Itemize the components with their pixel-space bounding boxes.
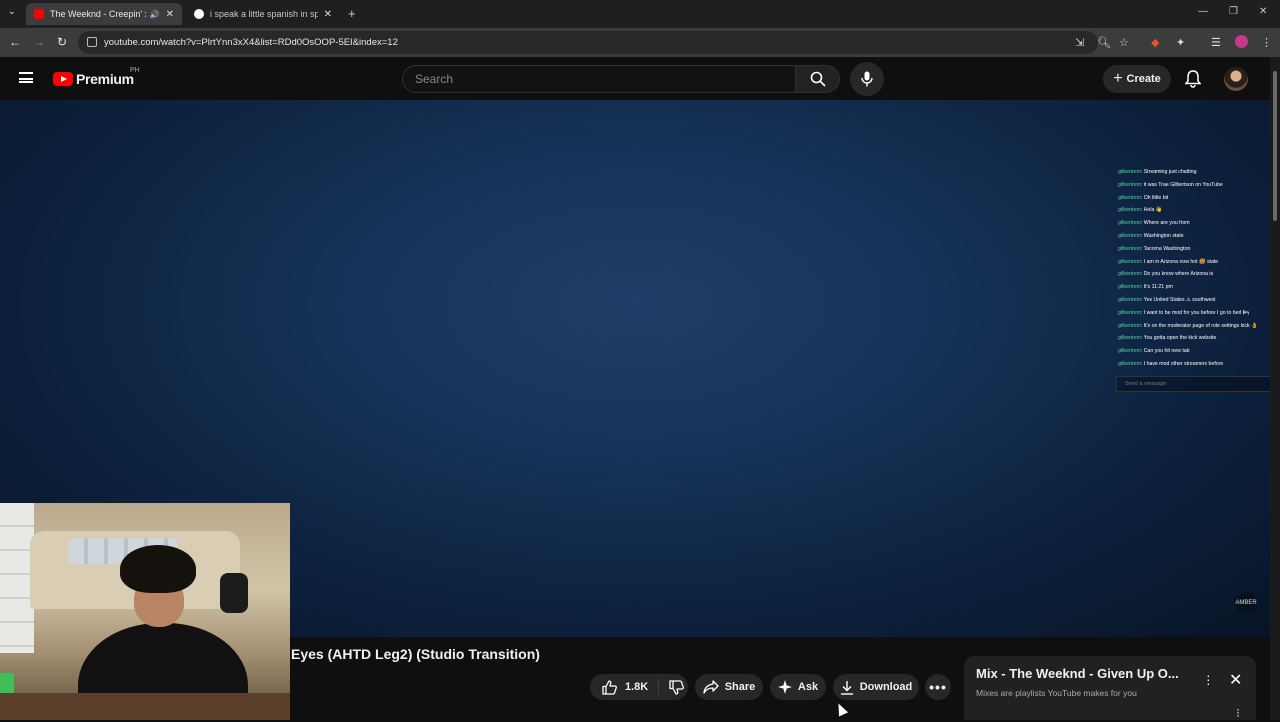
more-vertical-icon[interactable]: · · ·	[1206, 668, 1211, 690]
chat-message: gilbertoon: it was Trae Gilbertson on Yo…	[1118, 181, 1223, 188]
voice-search-button[interactable]	[850, 62, 884, 96]
chat-message: gilbertoon: Where are you from	[1118, 220, 1190, 227]
download-label: Download	[859, 681, 913, 693]
media-controls-icon[interactable]: ☰	[1211, 36, 1221, 49]
profile-icon[interactable]	[1235, 35, 1248, 48]
chat-message: gilbertoon: Tacoma Washington	[1118, 245, 1191, 252]
youtube-premium-logo[interactable]: Premium PH	[53, 67, 140, 87]
youtube-play-icon	[53, 72, 73, 86]
forward-icon[interactable]: →	[33, 35, 45, 49]
like-count: 1.8K	[625, 681, 649, 693]
thumbs-up-icon	[602, 679, 617, 695]
desk	[0, 693, 290, 720]
browser-tab-strip: ⌄ The Weeknd - Creepin' x P... 🔊 ✕ i spe…	[0, 0, 1280, 28]
playlist-options-icon[interactable]: · · ·	[1236, 703, 1240, 721]
notifications-bell-icon[interactable]	[1185, 70, 1201, 88]
create-button[interactable]: + Create	[1103, 65, 1171, 93]
mix-playlist-panel[interactable]: Mix - The Weeknd - Given Up O... Mixes a…	[964, 656, 1256, 721]
url-field[interactable]: youtube.com/watch?v=PlrtYnn3xX4&list=RDd…	[78, 31, 1098, 54]
zoom-icon[interactable]: 🔍︎	[1097, 36, 1111, 49]
youtube-favicon-icon	[34, 9, 44, 19]
share-label: Share	[724, 681, 756, 693]
chat-message: gilbertoon: Streaming just chatting	[1118, 169, 1197, 175]
ask-button[interactable]: Ask	[770, 674, 826, 700]
extensions-puzzle-icon[interactable]: ✦	[1176, 36, 1185, 49]
more-actions-button[interactable]: •••	[925, 674, 951, 700]
mix-title: Mix - The Weeknd - Given Up O...	[976, 666, 1179, 681]
stream-chat-overlay: gilbertoon: Streaming just chatting gilb…	[1118, 166, 1278, 371]
video-title: Eyes (AHTD Leg2) (Studio Transition)	[291, 646, 540, 662]
chat-message: gilbertoon: I want to be mod for you bef…	[1118, 309, 1250, 316]
mouse-cursor	[833, 701, 849, 717]
chat-message: gilbertoon: Yes United States ⚠ southwes…	[1118, 296, 1216, 303]
search-icon	[810, 71, 826, 87]
create-label: Create	[1126, 73, 1161, 85]
chat-message: gilbertoon: Washington state	[1118, 232, 1184, 239]
download-button[interactable]: Download	[833, 674, 919, 700]
tab-google[interactable]: i speak a little spanish in spanish ✕	[186, 3, 340, 25]
mix-subtitle: Mixes are playlists YouTube makes for yo…	[976, 688, 1137, 698]
share-icon	[703, 680, 719, 694]
chat-message: gilbertoon: Can you hit new tab	[1118, 348, 1190, 355]
chat-message: gilbertoon: You gotta open the kick webs…	[1118, 335, 1217, 342]
more-horizontal-icon: •••	[929, 679, 947, 695]
chat-message: gilbertoon: Oh little bit	[1118, 194, 1169, 201]
minimize-icon[interactable]: —	[1198, 6, 1208, 17]
restore-icon[interactable]: ❐	[1229, 6, 1238, 17]
close-tab-icon[interactable]: ✕	[166, 9, 174, 20]
speaker-icon[interactable]: 🔊	[150, 10, 160, 19]
url-text: youtube.com/watch?v=PlrtYnn3xX4&list=RDd…	[104, 37, 398, 48]
plus-icon: +	[1113, 70, 1123, 87]
chat-message: gilbertoon: It's 11:21 pm	[1118, 284, 1173, 291]
shoe-shelf	[0, 503, 34, 653]
tab-youtube[interactable]: The Weeknd - Creepin' x P... 🔊 ✕	[26, 3, 182, 25]
share-button[interactable]: Share	[695, 674, 763, 700]
brand-name: Premium	[76, 71, 134, 87]
avatar[interactable]	[1224, 67, 1248, 91]
chat-input-placeholder: Send a message	[1125, 381, 1167, 387]
close-tab-icon[interactable]: ✕	[324, 9, 332, 20]
ask-label: Ask	[797, 681, 819, 693]
country-code: PH	[130, 67, 140, 74]
search-button[interactable]	[795, 65, 840, 93]
chat-message: gilbertoon: It's on the moderator page o…	[1118, 322, 1258, 329]
chat-message: gilbertoon: Do you know where Arizona is	[1118, 271, 1214, 278]
dislike-button[interactable]	[659, 679, 694, 695]
webcam-overlay	[0, 503, 290, 720]
chat-message: gilbertoon: I am in Arizona now hot 🥵 st…	[1118, 258, 1219, 265]
thumbs-down-icon	[669, 679, 685, 695]
bookmark-star-icon[interactable]: ☆	[1119, 36, 1129, 49]
tab-title: i speak a little spanish in spanish	[210, 9, 318, 19]
site-info-icon[interactable]	[87, 37, 97, 47]
like-button[interactable]: 1.8K	[590, 679, 660, 695]
close-icon[interactable]: ✕	[1229, 670, 1242, 690]
search-input[interactable]: Search	[402, 65, 796, 93]
download-icon	[840, 680, 854, 695]
microphone-icon	[861, 71, 873, 87]
google-favicon-icon	[194, 9, 204, 19]
reload-icon[interactable]: ↻	[57, 35, 67, 49]
channel-watermark[interactable]: AMBER	[1234, 592, 1258, 614]
close-window-icon[interactable]: ✕	[1259, 6, 1267, 17]
chat-message: gilbertoon: I have mod other streamers b…	[1118, 360, 1224, 367]
back-icon[interactable]: ←	[9, 35, 21, 49]
sparkle-icon	[777, 680, 792, 694]
browser-menu-icon[interactable]: ⋮	[1261, 36, 1272, 49]
page-scrollbar[interactable]	[1270, 57, 1280, 720]
tab-title: The Weeknd - Creepin' x P...	[50, 9, 146, 19]
scrollbar-thumb[interactable]	[1273, 71, 1277, 221]
install-app-icon[interactable]: ⇲	[1075, 36, 1084, 49]
chat-message: gilbertoon: Hola 👋	[1118, 207, 1163, 214]
like-dislike-group: 1.8K	[590, 674, 688, 700]
youtube-header: Premium PH Search + Create	[0, 57, 1270, 100]
menu-icon[interactable]	[19, 72, 33, 83]
new-tab-button[interactable]: +	[348, 6, 356, 21]
tab-search-icon[interactable]: ⌄	[8, 6, 16, 17]
chat-message-input[interactable]: Send a message	[1116, 376, 1280, 392]
extension-icon[interactable]: ◆	[1151, 36, 1159, 49]
search-placeholder: Search	[415, 72, 454, 86]
address-bar: ← → ↻ youtube.com/watch?v=PlrtYnn3xX4&li…	[0, 28, 1280, 57]
